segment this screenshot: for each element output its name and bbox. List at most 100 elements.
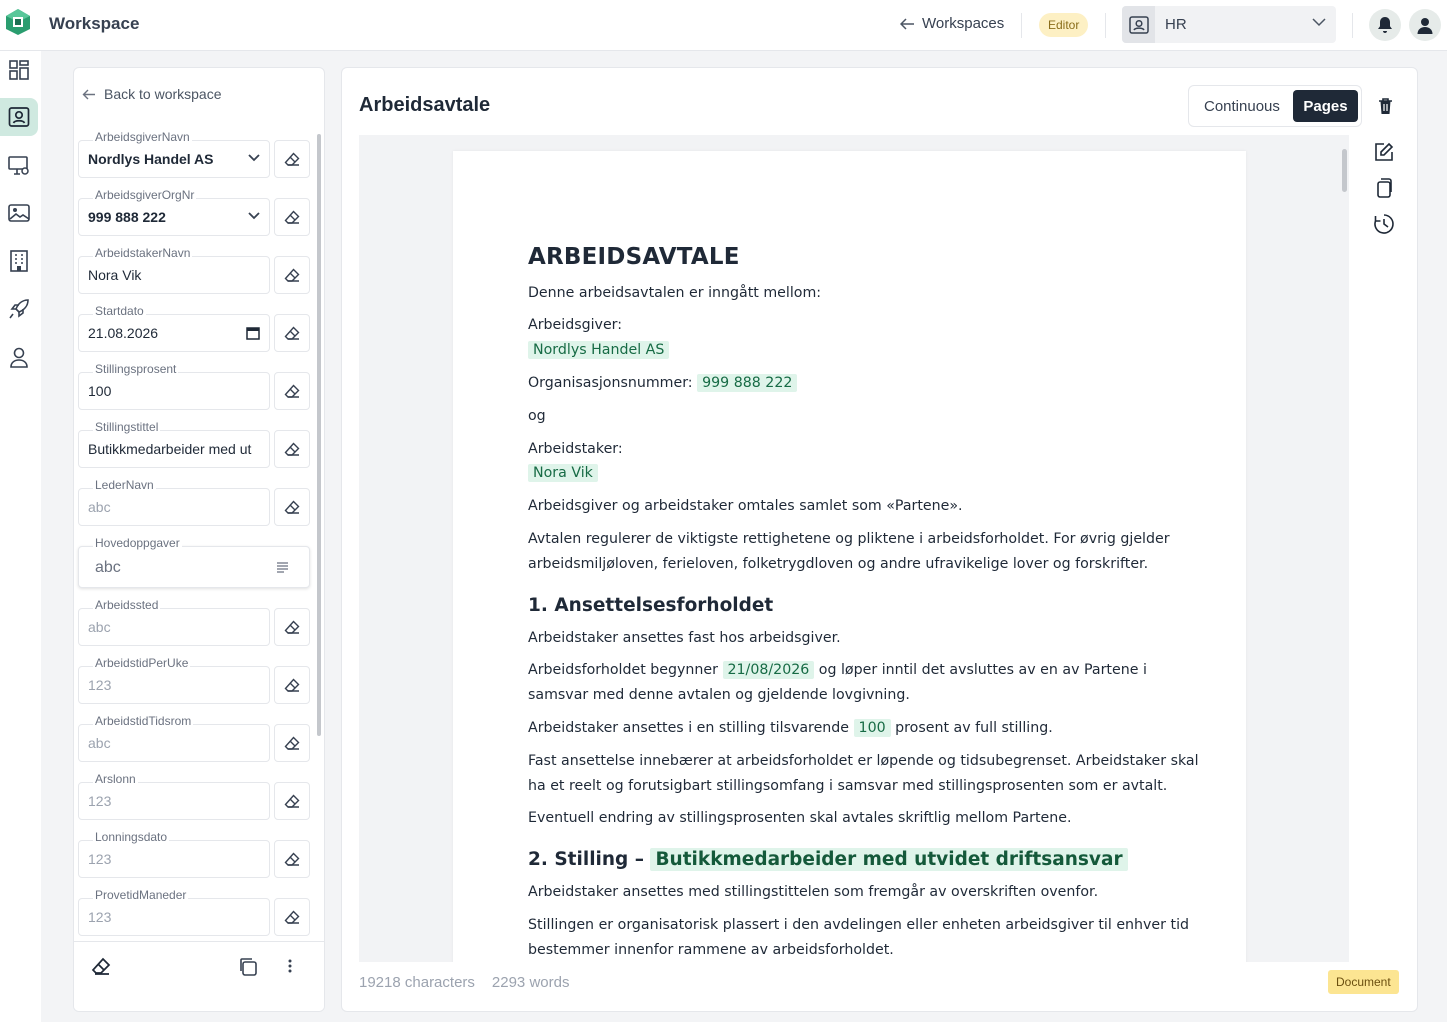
history-icon[interactable] <box>1372 212 1396 236</box>
paragraph: Denne arbeidsavtalen er inngått mellom: <box>528 285 822 301</box>
nav-monitor-settings[interactable] <box>0 147 38 185</box>
clear-field-button[interactable] <box>274 898 310 936</box>
image-icon <box>8 204 30 222</box>
user-icon <box>1417 17 1433 34</box>
field-label: ArbeidsgiverOrgNr <box>93 188 197 202</box>
form-scrollbar[interactable] <box>317 134 321 736</box>
clear-field-button[interactable] <box>274 430 310 468</box>
field-stillingsprosent[interactable]: Stillingsprosent 100 <box>78 362 270 410</box>
calendar-icon[interactable] <box>246 326 260 340</box>
paragraph: Stillingen er organisatorisk plassert i … <box>528 917 1190 933</box>
text: prosent av full stilling. <box>895 720 1053 736</box>
clear-field-button[interactable] <box>274 256 310 294</box>
paragraph: Arbeidstaker ansettes med stillingstitte… <box>528 884 1099 900</box>
field-placeholder: 123 <box>88 677 112 693</box>
paragraph: Arbeidstaker: <box>528 441 623 457</box>
nav-images[interactable] <box>0 194 38 232</box>
field-lonningsdato[interactable]: Lonningsdato 123 <box>78 830 270 878</box>
variable-employee-name[interactable]: Nora Vik <box>528 464 598 482</box>
workspaces-link-label: Workspaces <box>922 15 1005 32</box>
clear-field-button[interactable] <box>274 372 310 410</box>
eraser-icon <box>284 384 300 398</box>
variable-orgnr[interactable]: 999 888 222 <box>697 374 798 392</box>
clear-field-button[interactable] <box>274 782 310 820</box>
edit-icon[interactable] <box>1372 140 1396 164</box>
nav-profile[interactable] <box>0 338 38 376</box>
paragraph: bestemmer innenfor rammene av arbeidsfor… <box>528 942 894 958</box>
variable-employer-name[interactable]: Nordlys Handel AS <box>528 341 670 359</box>
bell-icon <box>1377 16 1393 34</box>
eraser-icon <box>284 620 300 634</box>
field-placeholder: 123 <box>88 793 112 809</box>
notifications-button[interactable] <box>1369 9 1401 41</box>
nav-organization[interactable] <box>0 242 38 280</box>
field-provetidmaneder[interactable]: ProvetidManeder 123 <box>78 888 270 936</box>
field-hovedoppgaver[interactable]: Hovedoppgaver abc <box>78 536 310 588</box>
field-value: Nordlys Handel AS <box>88 151 214 167</box>
section-number: 2. Stilling – <box>528 849 644 870</box>
clear-field-button[interactable] <box>274 314 310 352</box>
field-placeholder: abc <box>88 499 111 515</box>
clear-field-button[interactable] <box>274 666 310 704</box>
field-ledernavn[interactable]: LederNavn abc <box>78 478 270 526</box>
clear-field-button[interactable] <box>274 608 310 646</box>
paragraph: Arbeidsgiver: <box>528 317 623 333</box>
copy-icon[interactable] <box>238 957 257 976</box>
paragraph: Arbeidsgiver og arbeidstaker omtales sam… <box>528 498 963 514</box>
clear-field-button[interactable] <box>274 840 310 878</box>
nav-contacts[interactable] <box>0 98 38 136</box>
field-startdato[interactable]: Startdato 21.08.2026 <box>78 304 270 352</box>
field-stillingstittel[interactable]: Stillingstittel Butikkmedarbeider med ut <box>78 420 270 468</box>
document-title: Arbeidsavtale <box>359 94 491 116</box>
field-arbeidsgivernavn[interactable]: ArbeidsgiverNavn Nordlys Handel AS <box>78 130 270 178</box>
contact-card-icon <box>8 106 30 128</box>
field-placeholder: abc <box>95 559 121 576</box>
document-scrollbar[interactable] <box>1342 149 1347 192</box>
clear-field-button[interactable] <box>274 488 310 526</box>
clear-field-button[interactable] <box>274 140 310 178</box>
trash-icon[interactable] <box>1373 94 1397 118</box>
field-value: 21.08.2026 <box>88 325 159 341</box>
variable-start-date[interactable]: 21/08/2026 <box>722 661 815 679</box>
paragraph: Nora Vik <box>528 461 598 486</box>
divider <box>1352 13 1353 38</box>
variable-job-title[interactable]: Butikkmedarbeider med utvidet driftsansv… <box>650 848 1128 871</box>
field-label: LederNavn <box>93 478 156 492</box>
field-arbeidstidtidsrom[interactable]: ArbeidstidTidsrom abc <box>78 714 270 762</box>
nav-launch[interactable] <box>0 290 38 328</box>
variable-percentage[interactable]: 100 <box>853 719 891 737</box>
field-arbeidsgiverorgnr[interactable]: ArbeidsgiverOrgNr 999 888 222 <box>78 188 270 236</box>
field-arbeidstidperuke[interactable]: ArbeidstidPerUke 123 <box>78 656 270 704</box>
field-arbeidstakernavn[interactable]: ArbeidstakerNavn Nora Vik <box>78 246 270 294</box>
view-pages-button[interactable]: Pages <box>1293 90 1358 122</box>
nav-dashboard[interactable] <box>0 51 38 89</box>
copy-icon[interactable] <box>1372 176 1396 200</box>
clear-field-button[interactable] <box>274 724 310 762</box>
clear-field-button[interactable] <box>274 198 310 236</box>
app-logo-icon[interactable] <box>5 8 31 36</box>
user-menu-button[interactable] <box>1409 9 1441 41</box>
field-placeholder: 123 <box>88 851 112 867</box>
field-arbeidssted[interactable]: Arbeidssted abc <box>78 598 270 646</box>
field-label: Lonningsdato <box>93 830 170 844</box>
field-label: Stillingsprosent <box>93 362 179 376</box>
eraser-icon <box>284 736 300 750</box>
document-viewport[interactable]: ARBEIDSAVTALE Denne arbeidsavtalen er in… <box>359 135 1349 962</box>
back-to-workspace-link[interactable]: Back to workspace <box>82 86 222 102</box>
document-type-badge: Document <box>1328 970 1399 994</box>
field-arslonn[interactable]: Arslonn 123 <box>78 772 270 820</box>
rocket-icon <box>8 298 30 320</box>
field-label: Stillingstittel <box>93 420 161 434</box>
form-footer <box>74 941 324 1011</box>
word-count: 2293 words <box>491 974 570 991</box>
view-continuous-button[interactable]: Continuous <box>1204 98 1280 115</box>
more-vertical-icon[interactable] <box>287 958 293 974</box>
workspaces-link[interactable]: Workspaces <box>900 15 1004 32</box>
back-link-label: Back to workspace <box>104 86 222 102</box>
eraser-icon <box>284 326 300 340</box>
character-count: 19218 characters <box>359 974 475 991</box>
dashboard-icon <box>9 60 29 80</box>
team-select[interactable]: HR <box>1122 6 1336 43</box>
document-stats: 19218 characters 2293 words <box>359 974 569 991</box>
clear-all-eraser-icon[interactable] <box>91 957 111 975</box>
